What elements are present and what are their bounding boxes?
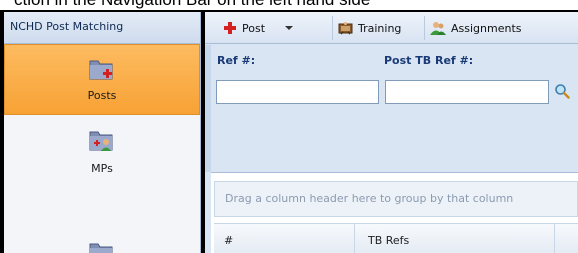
search-panel: Ref #: Post TB Ref #:	[205, 45, 578, 172]
nav-item-mps[interactable]: MPs	[4, 122, 200, 192]
column-header-number[interactable]: #	[224, 234, 233, 247]
posts-folder-icon	[89, 60, 113, 80]
training-button[interactable]: Training	[338, 19, 401, 37]
chevron-down-icon[interactable]	[284, 23, 294, 33]
nav-item-label: MPs	[91, 162, 113, 175]
post-tb-ref-input[interactable]	[385, 80, 549, 104]
assignments-button-label: Assignments	[451, 21, 522, 35]
training-icon	[338, 21, 353, 34]
post-button-label: Post	[242, 21, 266, 35]
column-headers: # TB Refs	[214, 223, 578, 253]
post-tb-ref-label: Post TB Ref #:	[384, 54, 474, 67]
folder-icon	[89, 243, 113, 253]
toolbar: Post Training Assignments	[205, 12, 578, 44]
assignments-button[interactable]: Assignments	[430, 19, 522, 37]
toolbar-separator	[332, 16, 333, 40]
nav-item-posts[interactable]: Posts	[4, 44, 200, 115]
group-by-panel[interactable]: Drag a column header here to group by th…	[214, 181, 578, 217]
nav-item-third[interactable]	[4, 234, 200, 253]
training-button-label: Training	[358, 21, 402, 35]
main-panel: Post Training Assignments Ref #: Post TB…	[205, 12, 578, 253]
top-caption: ction in the Navigation Bar on the left …	[0, 0, 578, 10]
top-caption-text: ction in the Navigation Bar on the left …	[14, 0, 370, 10]
column-header-tb-refs[interactable]: TB Refs	[368, 234, 409, 247]
ref-label: Ref #:	[217, 54, 256, 67]
ref-input[interactable]	[216, 80, 379, 104]
column-divider[interactable]	[554, 224, 555, 253]
search-icon[interactable]	[554, 83, 570, 99]
nav-item-label: Posts	[87, 89, 117, 102]
results-grid: Drag a column header here to group by th…	[211, 172, 578, 253]
toolbar-separator	[424, 16, 425, 40]
nav-header: NCHD Post Matching	[4, 12, 200, 44]
add-post-icon	[224, 22, 236, 34]
assignments-icon	[430, 21, 446, 35]
column-divider[interactable]	[354, 224, 355, 253]
group-by-hint: Drag a column header here to group by th…	[225, 192, 514, 205]
mps-folder-icon	[89, 131, 113, 151]
navigation-bar: NCHD Post Matching Posts MPs	[4, 12, 201, 253]
post-button[interactable]: Post	[223, 19, 294, 37]
